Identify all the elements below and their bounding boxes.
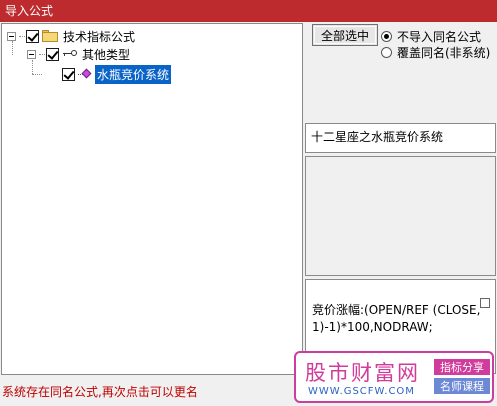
watermark-tag: 指标分享 <box>434 359 490 375</box>
watermark-tag: 名师课程 <box>434 378 490 394</box>
folder-icon <box>42 30 58 42</box>
title-bar: 导入公式 <box>0 0 497 22</box>
watermark-url: WWW.GSCFW.COM <box>308 386 415 397</box>
tree-node-label: 技术指标公式 <box>63 29 136 44</box>
status-message: 系统存在同名公式,再次点击可以更名 <box>2 385 198 399</box>
item-checkbox[interactable] <box>62 67 75 81</box>
select-all-button[interactable]: 全部选中 <box>312 24 378 46</box>
collapse-toggle-icon[interactable] <box>27 49 36 59</box>
tree-node-root[interactable]: 技术指标公式 <box>7 27 135 45</box>
tree-node-label[interactable]: 水瓶竞价系统 <box>95 64 172 84</box>
radio-label: 不导入同名公式 <box>397 30 482 44</box>
radio-skip-duplicates[interactable]: 不导入同名公式 <box>381 28 481 45</box>
formula-name-field: 十二星座之水瓶竞价系统 <box>305 123 496 153</box>
group-checkbox[interactable] <box>46 47 59 61</box>
tree-node-item[interactable]: 水瓶竞价系统 <box>32 64 172 84</box>
formula-tree[interactable]: 技术指标公式 其他类型 水瓶竞价系统 <box>1 23 303 375</box>
formula-description-box <box>305 156 496 276</box>
radio-button[interactable] <box>381 31 392 42</box>
diamond-icon <box>78 68 92 80</box>
watermark-logo: 股市财富网 <box>305 361 420 385</box>
collapse-toggle-icon[interactable] <box>7 31 16 41</box>
radio-label: 覆盖同名(非系统) <box>397 46 491 60</box>
options-panel: 全部选中 不导入同名公式 覆盖同名(非系统) 十二星座之水瓶竞价系统 竞价涨幅:… <box>305 23 496 375</box>
tree-node-label: 其他类型 <box>82 47 131 62</box>
root-checkbox[interactable] <box>26 29 39 43</box>
key-icon <box>62 48 78 60</box>
window-title: 导入公式 <box>5 4 54 18</box>
site-watermark: 股市财富网 WWW.GSCFW.COM 指标分享 名师课程 <box>294 351 494 403</box>
import-formula-dialog: 导入公式 技术指标公式 其他类型 水瓶竞价系统 全部选中 不导入同名公式 覆盖同… <box>0 0 497 406</box>
radio-button[interactable] <box>381 47 392 58</box>
tree-node-group[interactable]: 其他类型 <box>27 45 130 63</box>
formula-code-text: 竞价涨幅:(OPEN/REF (CLOSE,1)-1)*100,NODRAW; <box>312 303 481 334</box>
small-checkbox[interactable] <box>480 298 490 308</box>
radio-overwrite-duplicates[interactable]: 覆盖同名(非系统) <box>381 44 490 61</box>
